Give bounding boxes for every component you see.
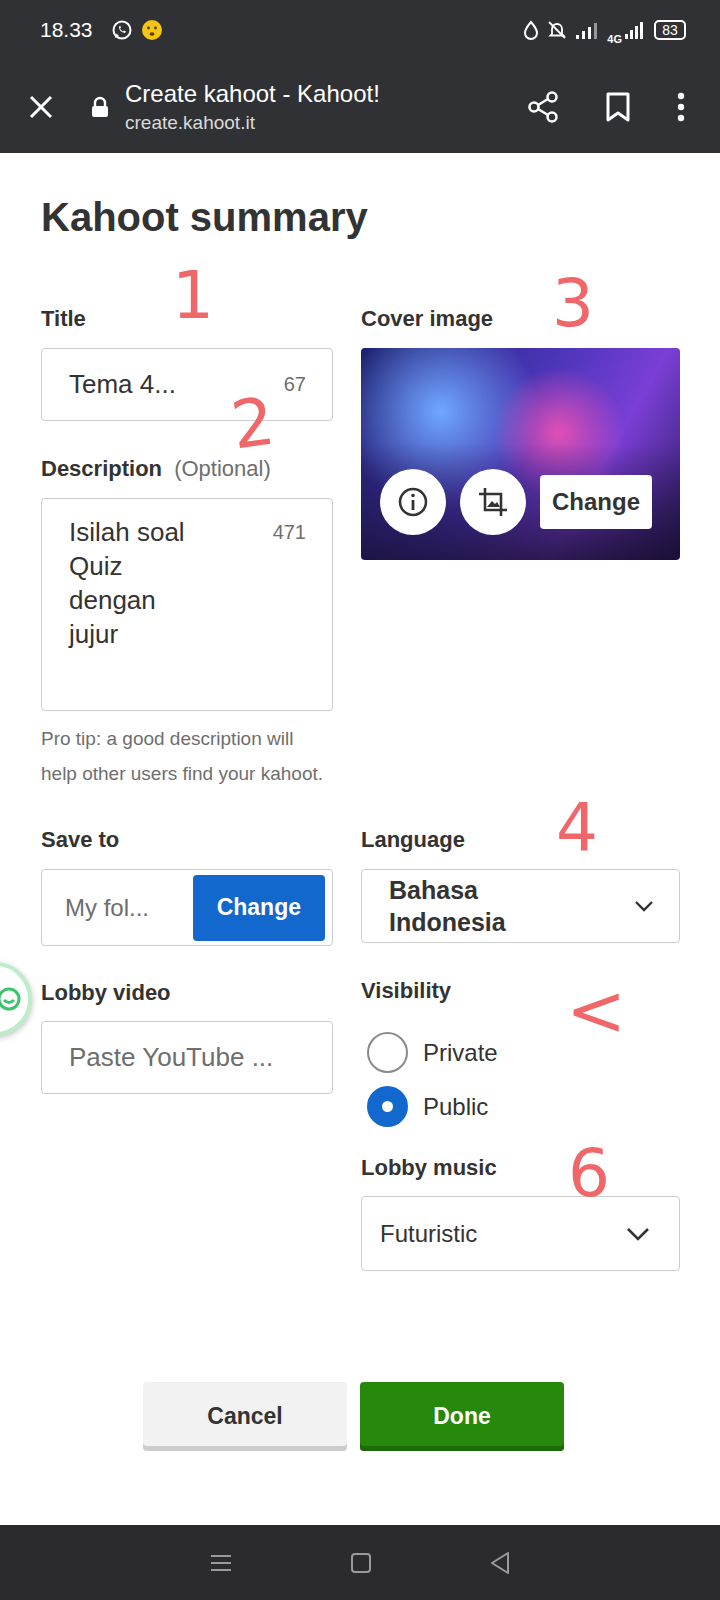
description-char-count: 471: [273, 521, 306, 544]
crop-image-icon: [477, 486, 509, 518]
visibility-option[interactable]: Private: [367, 1032, 680, 1073]
signal-icon: [575, 21, 599, 39]
data-saver-icon: [523, 20, 539, 40]
kahoot-summary-page: Kahoot summary Title Tema 4... 67 Descri…: [0, 153, 720, 1525]
language-label: Language: [361, 826, 680, 854]
title-label: Title: [41, 305, 333, 333]
pro-tip: Pro tip: a good description will help ot…: [41, 721, 333, 791]
lobby-video-placeholder: Paste YouTube ...: [69, 1042, 273, 1073]
title-input[interactable]: Tema 4... 67: [41, 348, 333, 421]
bookmark-icon[interactable]: [604, 91, 632, 123]
save-to-folder: My fol...: [65, 894, 149, 922]
chat-icon: [0, 986, 22, 1012]
cover-image: Change: [361, 348, 680, 560]
radio-button[interactable]: [367, 1086, 408, 1127]
whatsapp-icon: [111, 19, 133, 41]
home-icon[interactable]: [350, 1552, 372, 1574]
page-heading: Kahoot summary: [41, 193, 680, 241]
recent-apps-icon[interactable]: [209, 1553, 233, 1573]
annotation-mark: 1: [172, 268, 214, 324]
annotation-mark: 6: [568, 1146, 610, 1202]
lobby-music-value: Futuristic: [380, 1220, 477, 1248]
save-to-field: My fol... Change: [41, 869, 333, 946]
system-nav-bar: [0, 1525, 720, 1600]
status-bar: 18.33 4G 83: [0, 0, 720, 60]
language-select[interactable]: Bahasa Indonesia: [361, 869, 680, 943]
radio-button[interactable]: [367, 1032, 408, 1073]
floating-chat-icon[interactable]: [0, 962, 32, 1036]
annotation-mark: 3: [552, 276, 594, 332]
annotation-mark: 4: [556, 800, 598, 856]
crop-image-button[interactable]: [460, 469, 526, 535]
signal-4g-icon: [624, 21, 646, 39]
visibility-option[interactable]: Public: [367, 1086, 680, 1127]
visibility-options: Private Public: [361, 1032, 680, 1127]
close-icon[interactable]: [27, 93, 55, 121]
secondary-button[interactable]: Cancel: [143, 1382, 347, 1451]
lobby-video-label: Lobby video: [41, 979, 333, 1007]
browser-toolbar: Create kahoot - Kahoot! create.kahoot.it: [0, 60, 720, 153]
optional-hint: (Optional): [174, 456, 271, 481]
more-menu-icon[interactable]: [676, 91, 686, 123]
visibility-label: Visibility: [361, 977, 680, 1005]
dialog-actions: CancelDone: [41, 1382, 680, 1451]
emoji-icon: [141, 19, 163, 41]
lobby-music-label: Lobby music: [361, 1154, 680, 1182]
change-image-button[interactable]: Change: [540, 475, 652, 529]
lock-icon: [91, 96, 109, 118]
status-time: 18.33: [40, 18, 93, 42]
info-icon: [397, 486, 429, 518]
description-label: Description (Optional): [41, 455, 333, 483]
chevron-down-icon: [625, 1226, 651, 1242]
primary-button[interactable]: Done: [360, 1382, 564, 1451]
change-folder-button[interactable]: Change: [193, 875, 325, 941]
share-icon[interactable]: [526, 90, 560, 124]
page-url[interactable]: create.kahoot.it: [125, 112, 526, 134]
title-char-count: 67: [284, 373, 306, 396]
chevron-down-icon: [633, 899, 655, 913]
annotation-mark: 2: [228, 393, 277, 454]
image-info-button[interactable]: [380, 469, 446, 535]
annotation-mark: <: [566, 980, 626, 1041]
save-to-label: Save to: [41, 826, 333, 854]
description-input[interactable]: Isilah soal Quiz dengan jujur 471: [41, 498, 333, 711]
bell-muted-icon: [547, 20, 567, 40]
cover-image-label: Cover image: [361, 305, 680, 333]
back-icon[interactable]: [489, 1551, 511, 1575]
title-value: Tema 4...: [69, 369, 176, 400]
phone-screen: 18.33 4G 83 Create kahoot - Kahoot! crea…: [0, 0, 720, 1600]
lobby-video-input[interactable]: Paste YouTube ...: [41, 1021, 333, 1094]
description-value: Isilah soal Quiz dengan jujur: [69, 515, 204, 651]
battery-level: 83: [654, 20, 686, 40]
network-type: 4G: [607, 33, 622, 45]
page-title: Create kahoot - Kahoot!: [125, 80, 526, 108]
lobby-music-select[interactable]: Futuristic: [361, 1196, 680, 1271]
language-value: Bahasa Indonesia: [389, 874, 589, 938]
